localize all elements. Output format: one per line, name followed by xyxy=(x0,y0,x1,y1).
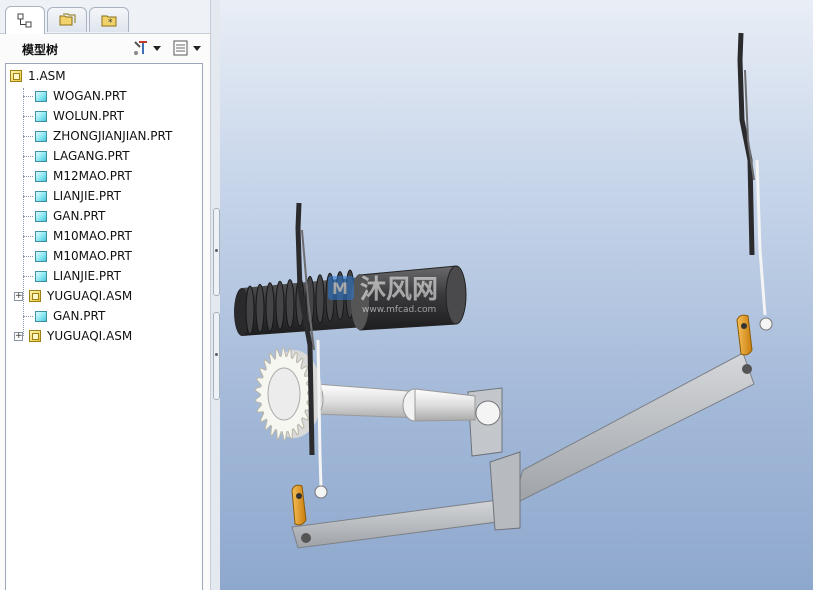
folder-browser-tab[interactable] xyxy=(47,7,87,32)
tree-item[interactable]: M10MAO.PRT xyxy=(23,246,132,266)
tree-item[interactable]: M10MAO.PRT xyxy=(23,226,132,246)
tree-item[interactable]: + YUGUAQI.ASM xyxy=(14,326,132,346)
part-icon xyxy=(35,250,47,262)
chevron-down-icon xyxy=(153,45,161,51)
tree-item-label: M10MAO.PRT xyxy=(53,229,132,243)
panel-splitter[interactable] xyxy=(210,0,220,590)
svg-text:*: * xyxy=(108,18,113,28)
tree-item-label: ZHONGJIANJIAN.PRT xyxy=(53,129,173,143)
tree-item-label: YUGUAQI.ASM xyxy=(47,329,133,343)
part-icon xyxy=(35,90,47,102)
tree-item[interactable]: GAN.PRT xyxy=(23,306,105,326)
part-icon xyxy=(35,210,47,222)
tree-item-label: M10MAO.PRT xyxy=(53,249,132,263)
part-icon xyxy=(35,310,47,322)
tree-item-label: WOLUN.PRT xyxy=(53,109,125,123)
tree-item[interactable]: LAGANG.PRT xyxy=(23,146,130,166)
tree-item[interactable]: LIANJIE.PRT xyxy=(23,266,121,286)
tree-item-label: YUGUAQI.ASM xyxy=(47,289,133,303)
favorites-icon: * xyxy=(101,15,117,28)
model-tree-title: 模型树 xyxy=(22,43,59,57)
part-icon xyxy=(35,270,47,282)
tree-item-label: LAGANG.PRT xyxy=(53,149,130,163)
chevron-down-icon xyxy=(193,45,201,51)
tree-show-button[interactable] xyxy=(172,38,201,58)
navigator-tab-strip: * xyxy=(0,0,219,34)
tree-item[interactable]: M12MAO.PRT xyxy=(23,166,132,186)
model-tree-panel: * 模型树 1.ASM WOGAN.PRT WOLUN.PRT ZHONGJIA… xyxy=(0,0,220,590)
tree-item[interactable]: WOLUN.PRT xyxy=(23,106,124,126)
part-icon xyxy=(35,130,47,142)
part-icon xyxy=(35,170,47,182)
tree-item[interactable]: WOGAN.PRT xyxy=(23,86,127,106)
svg-text:M: M xyxy=(332,279,348,298)
splitter-grip[interactable] xyxy=(213,312,220,400)
tree-item-label: M12MAO.PRT xyxy=(53,169,132,183)
output-shaft[interactable] xyxy=(306,382,476,422)
model-tree: 1.ASM WOGAN.PRT WOLUN.PRT ZHONGJIANJIAN.… xyxy=(5,63,203,590)
tree-show-icon xyxy=(173,40,188,56)
folder-icon xyxy=(59,13,76,26)
tree-settings-icon xyxy=(134,41,147,55)
tree-item-label: LIANJIE.PRT xyxy=(53,269,121,283)
model-tree-tab[interactable] xyxy=(5,6,45,34)
linkage-bar-short[interactable] xyxy=(291,497,521,549)
tree-root-label: 1.ASM xyxy=(28,69,66,83)
assembly-icon xyxy=(29,290,41,302)
watermark-url: www.mfcad.com xyxy=(362,305,436,315)
model-tree-toolbar: 模型树 xyxy=(0,34,219,62)
tree-item-label: WOGAN.PRT xyxy=(53,89,127,103)
tree-item-label: GAN.PRT xyxy=(53,209,106,223)
expand-icon[interactable]: + xyxy=(14,291,23,301)
tree-root[interactable]: 1.ASM xyxy=(10,66,66,86)
tree-item[interactable]: LIANJIE.PRT xyxy=(23,186,121,206)
tree-item-label: GAN.PRT xyxy=(53,309,106,323)
graphics-viewport[interactable]: M 沐风网 www.mfcad.com xyxy=(220,0,813,590)
tree-item[interactable]: + YUGUAQI.ASM xyxy=(14,286,132,306)
watermark-brand: 沐风网 xyxy=(360,275,438,305)
expand-icon[interactable]: + xyxy=(14,331,23,341)
assembly-icon xyxy=(29,330,41,342)
favorites-tab[interactable]: * xyxy=(89,7,129,32)
part-icon xyxy=(35,230,47,242)
wiper-right[interactable] xyxy=(736,32,773,356)
tree-settings-button[interactable] xyxy=(132,38,161,58)
assembly-icon xyxy=(10,70,22,82)
part-icon xyxy=(35,110,47,122)
part-icon xyxy=(35,190,47,202)
tree-item[interactable]: GAN.PRT xyxy=(23,206,105,226)
linkage-bar-long[interactable] xyxy=(511,352,755,506)
splitter-grip[interactable] xyxy=(213,208,220,296)
tree-item-label: LIANJIE.PRT xyxy=(53,189,121,203)
wiper-mechanism-model: M 沐风网 www.mfcad.com xyxy=(234,32,773,549)
tree-item[interactable]: ZHONGJIANJIAN.PRT xyxy=(23,126,172,146)
part-icon xyxy=(35,150,47,162)
model-tree-icon xyxy=(17,13,32,27)
